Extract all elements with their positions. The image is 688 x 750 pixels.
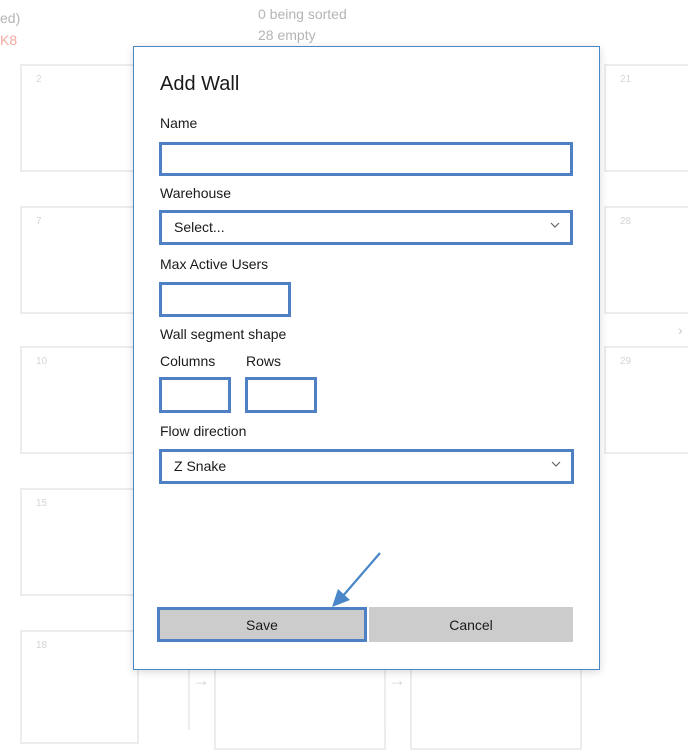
cancel-button[interactable]: Cancel <box>369 607 573 642</box>
warehouse-select[interactable]: Select... <box>159 210 573 245</box>
chevron-icon: › <box>678 322 683 338</box>
wall-tile: 18 <box>20 630 139 744</box>
warehouse-selected-value: Select... <box>174 219 225 235</box>
annotation-arrow-icon <box>332 552 381 607</box>
tile-number: 29 <box>620 356 632 367</box>
wall-tile <box>410 668 582 750</box>
max-active-users-input[interactable] <box>159 282 291 317</box>
columns-label: Columns <box>160 353 216 369</box>
flow-arrow-icon: → <box>388 670 406 690</box>
wall-tile: 2 <box>20 64 139 172</box>
background-divider <box>384 668 386 730</box>
columns-input[interactable] <box>159 377 231 413</box>
name-label: Name <box>160 115 198 131</box>
wall-tile: 15 <box>20 488 139 596</box>
max-active-users-label: Max Active Users <box>160 256 269 272</box>
flow-direction-selected-value: Z Snake <box>174 458 227 474</box>
flow-arrow-icon: → <box>192 670 210 690</box>
name-input[interactable] <box>159 142 573 176</box>
warehouse-label: Warehouse <box>160 185 232 201</box>
tile-number: 18 <box>36 640 48 651</box>
tile-number: 7 <box>36 216 42 227</box>
wall-tile: 7 <box>20 206 139 314</box>
rows-input[interactable] <box>245 377 317 413</box>
background-divider <box>188 668 190 730</box>
wall-tile: 28 <box>604 206 688 314</box>
rows-label: Rows <box>246 353 282 369</box>
tile-number: 2 <box>36 74 42 85</box>
tile-number: 21 <box>620 74 632 85</box>
wall-tile: 10 <box>20 346 139 454</box>
dialog-title: Add Wall <box>160 73 240 95</box>
tile-number: 15 <box>36 498 48 509</box>
flow-direction-label: Flow direction <box>160 423 247 439</box>
background-header-left-2: K8 <box>0 32 18 48</box>
tile-number: 10 <box>36 356 48 367</box>
wall-tile <box>214 668 386 750</box>
wall-tile: 29 <box>604 346 688 454</box>
background-header-left-1: ed) <box>0 10 21 26</box>
wall-tile: 21 <box>604 64 688 172</box>
background-header-center-2: 28 empty <box>258 27 316 43</box>
chevron-down-icon <box>551 461 561 467</box>
flow-direction-select[interactable]: Z Snake <box>159 449 574 484</box>
chevron-down-icon <box>550 222 560 228</box>
background-header-center-1: 0 being sorted <box>258 6 347 22</box>
wall-segment-shape-label: Wall segment shape <box>160 326 287 342</box>
tile-number: 28 <box>620 216 632 227</box>
